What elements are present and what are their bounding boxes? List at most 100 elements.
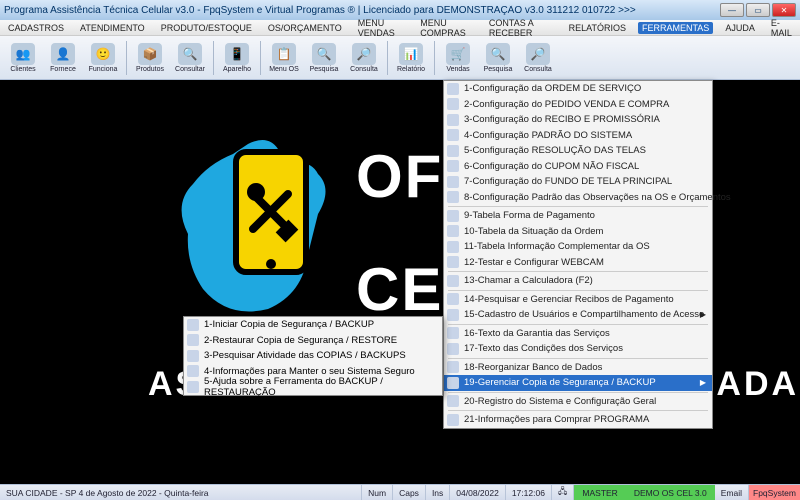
menu-item[interactable]: 20-Registro do Sistema e Configuração Ge… bbox=[444, 394, 712, 410]
menu-item[interactable]: 10-Tabela da Situação da Ordem bbox=[444, 224, 712, 240]
menu-separator bbox=[448, 290, 708, 291]
menu-item-label: 7-Configuração do FUNDO DE TELA PRINCIPA… bbox=[464, 176, 672, 187]
submenu-item[interactable]: 3-Pesquisar Atividade das COPIAS / BACKU… bbox=[184, 348, 442, 364]
menu-item-icon bbox=[447, 83, 459, 95]
toolbar-vendas[interactable]: 🛒Vendas bbox=[439, 38, 477, 78]
menu-item-icon bbox=[447, 275, 459, 287]
toolbar-pesquisa[interactable]: 🔍Pesquisa bbox=[479, 38, 517, 78]
menu-item-menu-compras[interactable]: MENU COMPRAS bbox=[416, 17, 477, 39]
menu-item-label: 12-Testar e Configurar WEBCAM bbox=[464, 257, 604, 268]
menu-item-label: 21-Informações para Comprar PROGRAMA bbox=[464, 414, 649, 425]
toolbar-pesquisa[interactable]: 🔍Pesquisa bbox=[305, 38, 343, 78]
menu-separator bbox=[448, 358, 708, 359]
submenu-item-icon bbox=[187, 365, 199, 377]
menu-item-icon bbox=[447, 129, 459, 141]
menu-item[interactable]: 6-Configuração do CUPOM NÃO FISCAL bbox=[444, 159, 712, 175]
submenu-arrow-icon: ▶ bbox=[700, 378, 706, 387]
maximize-button[interactable]: ▭ bbox=[746, 3, 770, 17]
menu-item-label: 14-Pesquisar e Gerenciar Recibos de Paga… bbox=[464, 294, 674, 305]
menu-item[interactable]: 17-Texto das Condições dos Serviços bbox=[444, 341, 712, 357]
menu-item[interactable]: 1-Configuração da ORDEM DE SERVIÇO bbox=[444, 81, 712, 97]
menu-item-atendimento[interactable]: ATENDIMENTO bbox=[76, 22, 149, 34]
relatório-icon: 📊 bbox=[399, 43, 423, 65]
toolbar-label: Aparelho bbox=[223, 66, 251, 73]
toolbar-clientes[interactable]: 👥Clientes bbox=[4, 38, 42, 78]
menu-item-label: 8-Configuração Padrão das Observações na… bbox=[464, 192, 731, 203]
menu-bar: CADASTROS ATENDIMENTO PRODUTO/ESTOQUE OS/OR… bbox=[0, 20, 800, 36]
status-email[interactable]: Email bbox=[715, 485, 749, 500]
submenu-item[interactable]: 1-Iniciar Copia de Segurança / BACKUP bbox=[184, 317, 442, 333]
menu-item[interactable]: 8-Configuração Padrão das Observações na… bbox=[444, 190, 712, 206]
menu-item[interactable]: 14-Pesquisar e Gerenciar Recibos de Paga… bbox=[444, 292, 712, 308]
menu-item-ajuda[interactable]: AJUDA bbox=[721, 22, 759, 34]
menu-item[interactable]: 15-Cadastro de Usuários e Compartilhamen… bbox=[444, 307, 712, 323]
menu-item-icon bbox=[447, 256, 459, 268]
menu-item-icon bbox=[447, 241, 459, 253]
submenu-item-label: 5-Ajuda sobre a Ferramenta do BACKUP / R… bbox=[204, 376, 438, 398]
ferramentas-menu-dropdown: 1-Configuração da ORDEM DE SERVIÇO2-Conf… bbox=[443, 80, 713, 429]
fornece-icon: 👤 bbox=[51, 43, 75, 65]
menu-item[interactable]: 18-Reorganizar Banco de Dados bbox=[444, 360, 712, 376]
toolbar-consulta[interactable]: 🔎Consulta bbox=[519, 38, 557, 78]
toolbar-fornece[interactable]: 👤Fornece bbox=[44, 38, 82, 78]
menu-item-label: 20-Registro do Sistema e Configuração Ge… bbox=[464, 396, 656, 407]
toolbar-label: Pesquisa bbox=[310, 66, 339, 73]
toolbar-separator bbox=[260, 41, 261, 75]
menu-item-cadastros[interactable]: CADASTROS bbox=[4, 22, 68, 34]
menu-item-icon bbox=[447, 293, 459, 305]
submenu-item-icon bbox=[187, 319, 199, 331]
menu-item[interactable]: 3-Configuração do RECIBO E PROMISSÓRIA bbox=[444, 112, 712, 128]
menu-item-icon bbox=[447, 191, 459, 203]
menu-item[interactable]: 2-Configuração do PEDIDO VENDA E COMPRA bbox=[444, 97, 712, 113]
submenu-item[interactable]: 2-Restaurar Copia de Segurança / RESTORE bbox=[184, 333, 442, 349]
menu-item-contas-a-receber[interactable]: CONTAS A RECEBER bbox=[485, 17, 557, 39]
menu-item[interactable]: 7-Configuração do FUNDO DE TELA PRINCIPA… bbox=[444, 174, 712, 190]
menu-item[interactable]: 4-Configuração PADRÃO DO SISTEMA bbox=[444, 128, 712, 144]
aparelho-icon: 📱 bbox=[225, 43, 249, 65]
status-demo: DEMO OS CEL 3.0 bbox=[626, 485, 715, 500]
menu-item-e-mail[interactable]: E-MAIL bbox=[767, 17, 796, 39]
menu-item-icon bbox=[447, 343, 459, 355]
toolbar-separator bbox=[434, 41, 435, 75]
submenu-item-icon bbox=[187, 334, 199, 346]
workspace: OFI CEL AS ESPECIALIZADA 1-Configuração … bbox=[0, 80, 800, 484]
close-button[interactable]: ✕ bbox=[772, 3, 796, 17]
menu-item[interactable]: 21-Informações para Comprar PROGRAMA bbox=[444, 412, 712, 428]
toolbar-relatório[interactable]: 📊Relatório bbox=[392, 38, 430, 78]
menu-item-ferramentas[interactable]: FERRAMENTAS bbox=[638, 22, 713, 34]
toolbar-consulta[interactable]: 🔎Consulta bbox=[345, 38, 383, 78]
toolbar-produtos[interactable]: 📦Produtos bbox=[131, 38, 169, 78]
menu-item-icon bbox=[447, 160, 459, 172]
menu-item-label: 10-Tabela da Situação da Ordem bbox=[464, 226, 603, 237]
minimize-button[interactable]: — bbox=[720, 3, 744, 17]
menu-item[interactable]: 13-Chamar a Calculadora (F2) bbox=[444, 273, 712, 289]
pesquisa-icon: 🔍 bbox=[312, 43, 336, 65]
toolbar-aparelho[interactable]: 📱Aparelho bbox=[218, 38, 256, 78]
menu-item[interactable]: 11-Tabela Informação Complementar da OS bbox=[444, 239, 712, 255]
menu-item-icon bbox=[447, 361, 459, 373]
menu-item[interactable]: 19-Gerenciar Copia de Segurança / BACKUP… bbox=[444, 375, 712, 391]
menu-item-icon bbox=[447, 327, 459, 339]
menu-item-produto-estoque[interactable]: PRODUTO/ESTOQUE bbox=[157, 22, 256, 34]
menu-item[interactable]: 5-Configuração RESOLUÇÃO DAS TELAS bbox=[444, 143, 712, 159]
menu-item[interactable]: 16-Texto da Garantia das Serviços bbox=[444, 326, 712, 342]
toolbar-separator bbox=[126, 41, 127, 75]
menu-item-icon bbox=[447, 98, 459, 110]
toolbar-label: Produtos bbox=[136, 66, 164, 73]
menu-separator bbox=[448, 410, 708, 411]
menu-item-menu-vendas[interactable]: MENU VENDAS bbox=[354, 17, 409, 39]
submenu-item[interactable]: 5-Ajuda sobre a Ferramenta do BACKUP / R… bbox=[184, 379, 442, 395]
pesquisa-icon: 🔍 bbox=[486, 43, 510, 65]
menu-item[interactable]: 9-Tabela Forma de Pagamento bbox=[444, 208, 712, 224]
menu-item-relat-rios[interactable]: RELATÓRIOS bbox=[565, 22, 630, 34]
toolbar-consultar[interactable]: 🔍Consultar bbox=[171, 38, 209, 78]
menu-item[interactable]: 12-Testar e Configurar WEBCAM bbox=[444, 255, 712, 271]
status-brand[interactable]: FpqSystem bbox=[749, 485, 800, 500]
toolbar-menu os[interactable]: 📋Menu OS bbox=[265, 38, 303, 78]
window-title: Programa Assistência Técnica Celular v3.… bbox=[4, 5, 720, 16]
menu-item-label: 13-Chamar a Calculadora (F2) bbox=[464, 275, 593, 286]
toolbar-funciona[interactable]: 🙂Funciona bbox=[84, 38, 122, 78]
menu-item-icon bbox=[447, 225, 459, 237]
toolbar-label: Clientes bbox=[10, 66, 35, 73]
menu-item-os-or-amento[interactable]: OS/ORÇAMENTO bbox=[264, 22, 346, 34]
